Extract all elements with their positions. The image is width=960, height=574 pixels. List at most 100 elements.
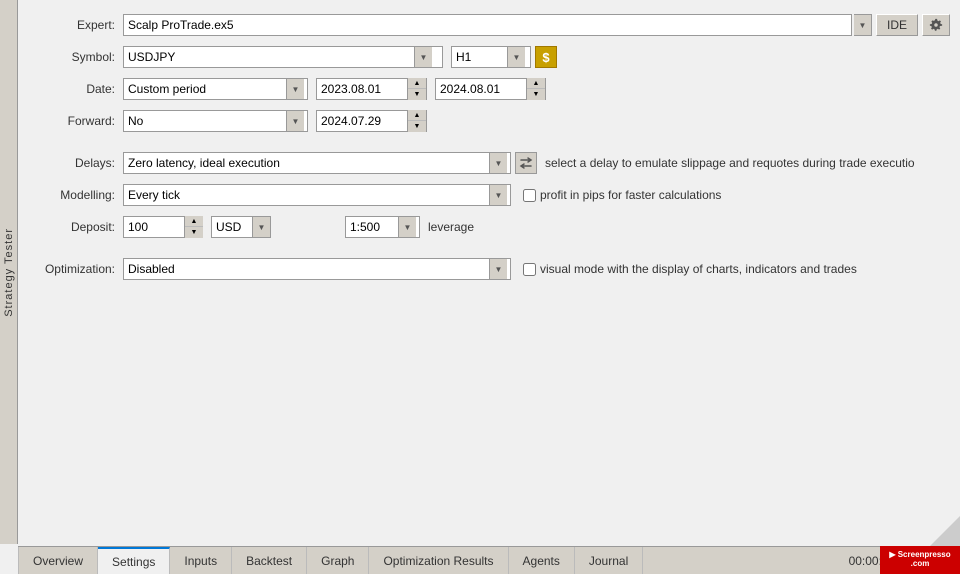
date-to-spin-up[interactable]: ▲ xyxy=(527,78,545,89)
tab-journal[interactable]: Journal xyxy=(575,547,643,574)
expert-controls: ▼ IDE xyxy=(123,14,950,36)
modelling-select-wrapper: ▼ xyxy=(123,184,511,206)
forward-date-spin-up[interactable]: ▲ xyxy=(408,110,426,121)
visual-mode-checkbox-label[interactable]: visual mode with the display of charts, … xyxy=(523,262,857,276)
optimization-controls: ▼ visual mode with the display of charts… xyxy=(123,258,950,280)
optimization-dropdown-btn[interactable]: ▼ xyxy=(489,259,507,279)
gear-icon xyxy=(929,18,943,32)
deposit-spin-up[interactable]: ▲ xyxy=(185,216,203,227)
leverage-label: leverage xyxy=(428,220,474,234)
deposit-controls: ▲ ▼ ▼ ▼ xyxy=(123,216,950,238)
deposit-input[interactable] xyxy=(124,217,184,237)
forward-dropdown-btn[interactable]: ▼ xyxy=(286,111,304,131)
deposit-row: Deposit: ▲ ▼ ▼ xyxy=(28,214,950,240)
timeframe-input[interactable] xyxy=(452,47,507,67)
modelling-label: Modelling: xyxy=(28,188,123,202)
delays-select-wrapper: ▼ xyxy=(123,152,511,174)
timeframe-input-wrapper: ▼ xyxy=(451,46,531,68)
symbol-controls: ▼ ▼ $ xyxy=(123,46,950,68)
delays-select-input[interactable] xyxy=(124,153,489,173)
date-to-input[interactable] xyxy=(436,79,526,99)
expert-dropdown-btn[interactable]: ▼ xyxy=(854,14,872,36)
date-to-spin-down[interactable]: ▼ xyxy=(527,89,545,100)
symbol-dropdown-btn[interactable]: ▼ xyxy=(414,47,432,67)
tab-bar: Overview Settings Inputs Backtest Graph … xyxy=(18,546,960,574)
date-controls: ▼ ▲ ▼ ▲ ▼ xyxy=(123,78,950,100)
forward-date-spin: ▲ ▼ xyxy=(407,110,426,132)
spacer2 xyxy=(28,246,950,250)
currency-select-wrapper: ▼ xyxy=(211,216,271,238)
leverage-dropdown-btn[interactable]: ▼ xyxy=(398,217,416,237)
symbol-row: Symbol: ▼ ▼ $ xyxy=(28,44,950,70)
corner-fold xyxy=(930,516,960,546)
dollar-button[interactable]: $ xyxy=(535,46,557,68)
forward-date-input[interactable] xyxy=(317,111,407,131)
deposit-spin-down[interactable]: ▼ xyxy=(185,227,203,238)
forward-row: Forward: ▼ ▲ ▼ xyxy=(28,108,950,134)
date-to-spin: ▲ ▼ xyxy=(526,78,545,100)
modelling-controls: ▼ profit in pips for faster calculations xyxy=(123,184,950,206)
date-label: Date: xyxy=(28,82,123,96)
leverage-input[interactable] xyxy=(346,217,398,237)
delays-row: Delays: ▼ select a delay to emulate slip… xyxy=(28,150,950,176)
profit-pips-checkbox-label[interactable]: profit in pips for faster calculations xyxy=(523,188,721,202)
date-period-dropdown-btn[interactable]: ▼ xyxy=(286,79,304,99)
symbol-input[interactable] xyxy=(124,47,414,67)
date-from-spin-down[interactable]: ▼ xyxy=(408,89,426,100)
content-area: Expert: ▼ IDE xyxy=(18,0,960,546)
spacer1 xyxy=(28,140,950,144)
delays-dropdown-btn[interactable]: ▼ xyxy=(489,153,507,173)
symbol-label: Symbol: xyxy=(28,50,123,64)
date-period-wrapper: ▼ xyxy=(123,78,308,100)
date-from-spin: ▲ ▼ xyxy=(407,78,426,100)
delays-controls: ▼ select a delay to emulate slippage and… xyxy=(123,152,950,174)
date-row: Date: ▼ ▲ ▼ xyxy=(28,76,950,102)
ide-button[interactable]: IDE xyxy=(876,14,918,36)
gear-button[interactable] xyxy=(922,14,950,36)
side-label: Strategy Tester xyxy=(0,0,18,544)
forward-label: Forward: xyxy=(28,114,123,128)
timeframe-dropdown-btn[interactable]: ▼ xyxy=(507,47,525,67)
arrows-icon xyxy=(519,156,533,170)
tab-optimization-results[interactable]: Optimization Results xyxy=(369,547,508,574)
tab-settings[interactable]: Settings xyxy=(98,547,170,574)
optimization-row: Optimization: ▼ visual mode with the dis… xyxy=(28,256,950,282)
delays-label: Delays: xyxy=(28,156,123,170)
visual-mode-checkbox[interactable] xyxy=(523,263,536,276)
profit-pips-checkbox[interactable] xyxy=(523,189,536,202)
date-from-input[interactable] xyxy=(317,79,407,99)
forward-select-input[interactable] xyxy=(124,111,286,131)
modelling-select-input[interactable] xyxy=(124,185,489,205)
form-grid: Expert: ▼ IDE xyxy=(28,12,950,282)
expert-label: Expert: xyxy=(28,18,123,32)
tab-agents[interactable]: Agents xyxy=(509,547,575,574)
currency-dropdown-btn[interactable]: ▼ xyxy=(252,217,270,237)
profit-pips-label: profit in pips for faster calculations xyxy=(540,188,721,202)
date-from-spin-up[interactable]: ▲ xyxy=(408,78,426,89)
optimization-select-input[interactable] xyxy=(124,259,489,279)
forward-select-wrapper: ▼ xyxy=(123,110,308,132)
modelling-row: Modelling: ▼ profit in pips for faster c… xyxy=(28,182,950,208)
screenpresso-inner: ▶ Screenpresso .com xyxy=(889,551,950,569)
symbol-input-wrapper: ▼ xyxy=(123,46,443,68)
currency-input[interactable] xyxy=(212,217,252,237)
date-to-wrapper: ▲ ▼ xyxy=(435,78,546,100)
deposit-input-wrapper: ▲ ▼ xyxy=(123,216,203,238)
modelling-dropdown-btn[interactable]: ▼ xyxy=(489,185,507,205)
optimization-select-wrapper: ▼ xyxy=(123,258,511,280)
tab-overview[interactable]: Overview xyxy=(18,547,98,574)
date-period-input[interactable] xyxy=(124,79,286,99)
expert-input[interactable] xyxy=(123,14,852,36)
forward-date-spin-down[interactable]: ▼ xyxy=(408,121,426,132)
screenpresso-watermark: ▶ Screenpresso .com xyxy=(880,546,960,574)
optimization-label: Optimization: xyxy=(28,262,123,276)
delays-swap-button[interactable] xyxy=(515,152,537,174)
leverage-select-wrapper: ▼ xyxy=(345,216,420,238)
tab-graph[interactable]: Graph xyxy=(307,547,369,574)
tab-inputs[interactable]: Inputs xyxy=(170,547,232,574)
date-from-wrapper: ▲ ▼ xyxy=(316,78,427,100)
forward-date-wrapper: ▲ ▼ xyxy=(316,110,427,132)
expert-row: Expert: ▼ IDE xyxy=(28,12,950,38)
tab-backtest[interactable]: Backtest xyxy=(232,547,307,574)
watermark-url: .com xyxy=(911,560,930,569)
